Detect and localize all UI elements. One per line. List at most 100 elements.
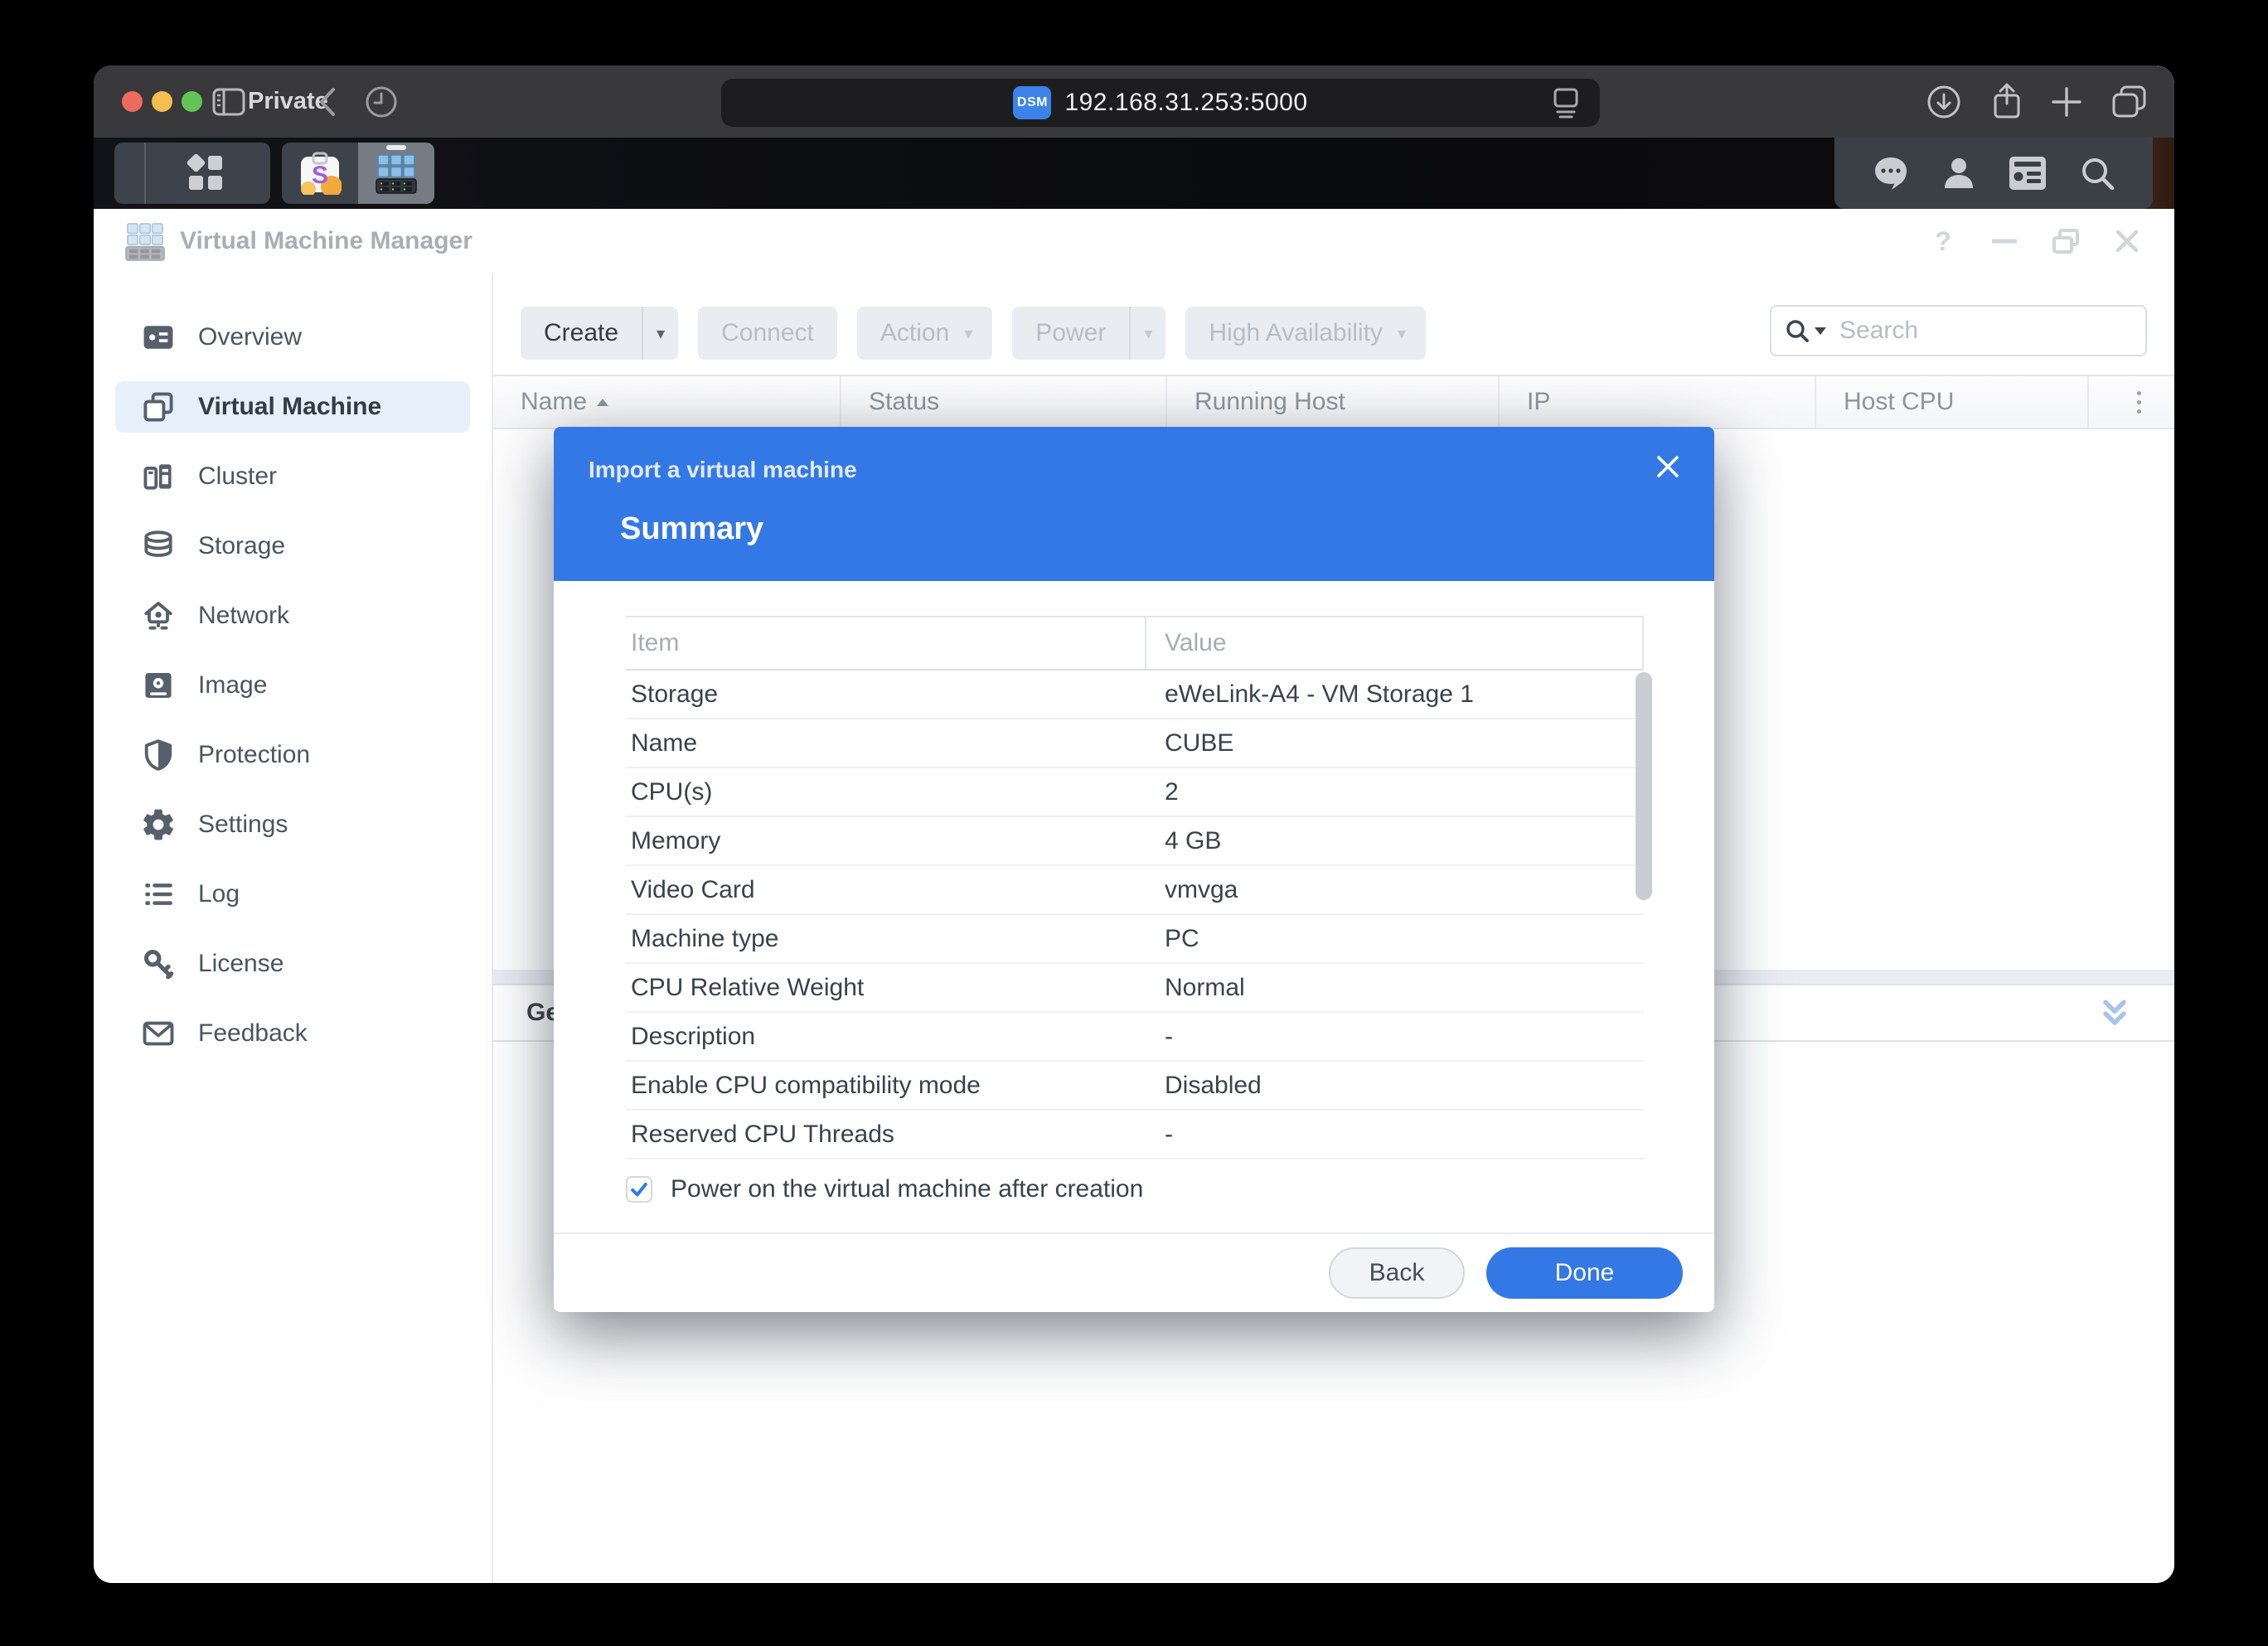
maximize-icon[interactable]	[2052, 227, 2080, 255]
double-chevron-down-icon[interactable]	[2096, 995, 2133, 1032]
help-icon[interactable]: ?	[1929, 227, 1957, 255]
modal-close-icon[interactable]	[1653, 452, 1683, 482]
network-icon	[140, 598, 177, 634]
vmm-title-bar: Virtual Machine Manager ?	[94, 209, 2174, 274]
sidebar-item-log[interactable]: Log	[115, 869, 470, 920]
vmm-sidebar: Overview Virtual Machine Cluster Storage Net…	[94, 274, 493, 1583]
browser-chrome-bar: Private DSM 192.168.31.253:5000	[94, 65, 2174, 138]
sidebar-item-license[interactable]: License	[115, 938, 470, 990]
toolbar-button-label: High Availability	[1185, 319, 1406, 347]
summary-item-cell: CPU(s)	[626, 778, 1146, 806]
modal-step-title: Summary	[620, 511, 763, 547]
dropdown-caret-icon: ▾	[964, 323, 992, 344]
import-vm-modal: Import a virtual machine Summary Item Va…	[554, 427, 1714, 1312]
summary-value-cell: Normal	[1146, 974, 1644, 1002]
sidebar-item-feedback[interactable]: Feedback	[115, 1008, 470, 1059]
svg-text:S: S	[312, 162, 328, 189]
sidebar-item-cluster[interactable]: Cluster	[115, 451, 470, 502]
summary-row-storage: StorageeWeLink-A4 - VM Storage 1	[626, 671, 1644, 719]
summary-table: Item Value StorageeWeLink-A4 - VM Storag…	[626, 616, 1644, 1159]
history-clock-icon[interactable]	[361, 65, 402, 138]
search-filter-caret-icon[interactable]	[1815, 327, 1826, 335]
sidebar-toggle-icon[interactable]	[210, 65, 248, 138]
modal-footer-divider	[554, 1232, 1714, 1234]
create-button[interactable]: Create▾	[521, 307, 678, 360]
license-icon	[140, 946, 177, 982]
summary-item-cell: CPU Relative Weight	[626, 974, 1146, 1002]
sidebar-item-network[interactable]: Network	[115, 590, 470, 641]
new-tab-icon[interactable]	[2045, 65, 2088, 138]
power-on-checkbox-row[interactable]: Power on the virtual machine after creat…	[626, 1175, 1143, 1203]
search-icon[interactable]	[2078, 154, 2116, 192]
sidebar-item-overview[interactable]: Overview	[115, 312, 470, 363]
back-button[interactable]: Back	[1329, 1247, 1465, 1299]
vm-column-ip[interactable]: IP	[1500, 376, 1816, 428]
summary-value-cell: vmvga	[1146, 876, 1644, 904]
summary-item-cell: Storage	[626, 680, 1146, 709]
virtual-machine-icon	[140, 389, 177, 425]
sidebar-item-virtual-machine[interactable]: Virtual Machine	[115, 381, 470, 433]
back-chevron-icon[interactable]	[311, 65, 344, 138]
sidebar-item-label: Storage	[198, 532, 285, 560]
traffic-close-button[interactable]	[122, 91, 143, 112]
protection-icon	[140, 737, 177, 773]
user-icon[interactable]	[1941, 155, 1977, 191]
sidebar-item-label: License	[198, 950, 284, 978]
cluster-icon	[140, 458, 177, 495]
connect-button[interactable]: Connect	[698, 307, 837, 360]
search-input[interactable]	[1838, 316, 2086, 346]
power-button[interactable]: Power▾	[1012, 307, 1166, 360]
vmm-taskbar-button[interactable]	[358, 143, 434, 204]
vmm-window-icon	[124, 220, 166, 262]
sidebar-item-image[interactable]: Image	[115, 660, 470, 711]
power-on-checkbox[interactable]	[626, 1176, 652, 1203]
high-availability-button[interactable]: High Availability▾	[1185, 307, 1426, 360]
summary-item-cell: Reserved CPU Threads	[626, 1121, 1146, 1149]
sidebar-item-storage[interactable]: Storage	[115, 520, 470, 572]
widgets-icon[interactable]	[2008, 155, 2048, 191]
sidebar-item-protection[interactable]: Protection	[115, 729, 470, 781]
vm-column-status[interactable]: Status	[841, 376, 1167, 428]
column-options-button[interactable]	[2089, 376, 2174, 428]
traffic-minimize-button[interactable]	[152, 91, 172, 112]
taskbar-right-tray	[1834, 138, 2153, 209]
summary-item-cell: Enable CPU compatibility mode	[626, 1072, 1146, 1100]
vm-search-box[interactable]	[1770, 305, 2147, 356]
column-header-label: Host CPU	[1844, 388, 1954, 416]
page-settings-icon[interactable]	[1550, 86, 1582, 119]
done-button[interactable]: Done	[1486, 1247, 1683, 1299]
vertical-ellipsis-icon	[2137, 391, 2141, 414]
window-controls: ?	[1929, 209, 2141, 274]
dsm-taskbar: S	[94, 138, 2174, 209]
modal-header: Import a virtual machine Summary	[554, 427, 1714, 581]
modal-body: Item Value StorageeWeLink-A4 - VM Storag…	[554, 581, 1714, 1312]
vm-column-host-cpu[interactable]: Host CPU	[1816, 376, 2089, 428]
vm-column-name[interactable]: Name	[493, 376, 841, 428]
minimize-icon[interactable]	[1990, 227, 2018, 255]
dropdown-caret-icon[interactable]: ▾	[1131, 323, 1166, 344]
tab-overview-icon[interactable]	[2106, 65, 2153, 138]
main-menu-button[interactable]	[114, 143, 270, 204]
traffic-zoom-button[interactable]	[182, 91, 202, 112]
modal-title: Import a virtual machine	[589, 457, 857, 483]
close-icon[interactable]	[2113, 227, 2141, 255]
summary-row-description: Description-	[626, 1013, 1644, 1062]
dropdown-caret-icon: ▾	[1398, 323, 1426, 344]
summary-item-cell: Description	[626, 1023, 1146, 1051]
sidebar-item-settings[interactable]: Settings	[115, 799, 470, 850]
toolbar-button-label: Create	[521, 319, 642, 347]
log-icon	[140, 876, 177, 913]
package-center-taskbar-button[interactable]: S	[282, 143, 358, 204]
vm-column-running-host[interactable]: Running Host	[1167, 376, 1500, 428]
summary-col-value: Value	[1146, 617, 1642, 669]
modal-scrollbar-thumb[interactable]	[1636, 672, 1652, 900]
column-header-label: Name	[521, 388, 587, 416]
download-icon[interactable]	[1922, 65, 1965, 138]
summary-value-cell: Disabled	[1146, 1072, 1644, 1100]
action-button[interactable]: Action▾	[857, 307, 992, 360]
url-bar[interactable]: DSM 192.168.31.253:5000	[721, 79, 1600, 127]
share-icon[interactable]	[1985, 65, 2028, 138]
sidebar-item-label: Protection	[198, 741, 310, 769]
dropdown-caret-icon[interactable]: ▾	[643, 323, 678, 344]
notifications-icon[interactable]	[1872, 155, 1910, 191]
